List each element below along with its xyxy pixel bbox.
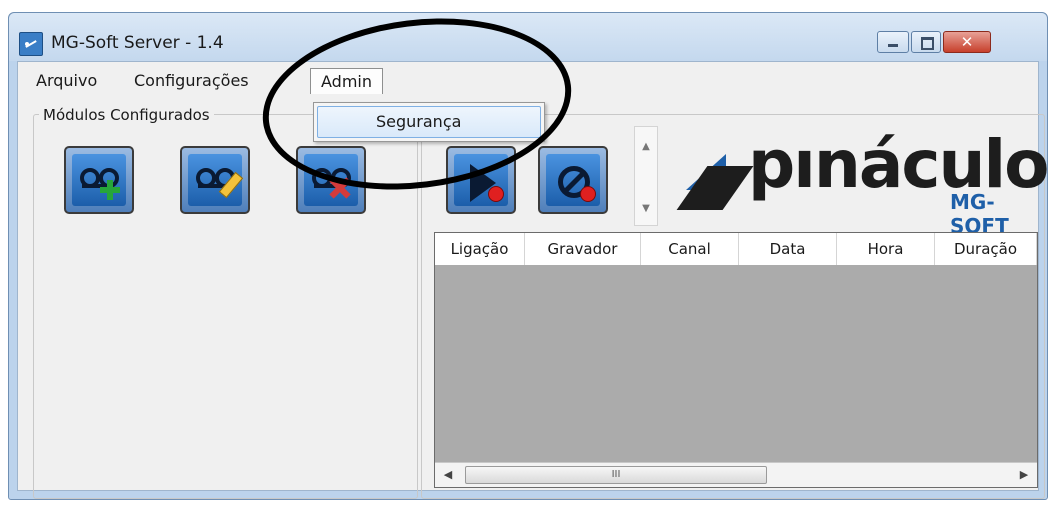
close-icon: ✕: [960, 33, 974, 51]
modulos-label: Módulos Configurados: [39, 106, 214, 124]
menu-arquivo[interactable]: Arquivo: [26, 68, 107, 94]
col-ligacao[interactable]: Ligação: [435, 233, 525, 265]
col-data[interactable]: Data: [739, 233, 837, 265]
col-canal[interactable]: Canal: [641, 233, 739, 265]
scroll-left-icon[interactable]: ◀: [437, 463, 459, 487]
menu-bar: Arquivo Configurações Admin: [18, 62, 1038, 98]
menu-admin[interactable]: Admin: [310, 68, 383, 94]
scroll-grip: III: [611, 469, 621, 480]
close-button[interactable]: ✕: [943, 31, 991, 53]
add-module-button[interactable]: [64, 146, 134, 214]
voicemail-delete-icon: [304, 154, 358, 206]
client-area: Arquivo Configurações Admin Segurança Mó…: [17, 61, 1049, 499]
play-record-icon: [454, 154, 508, 206]
calls-grid[interactable]: Ligação Gravador Canal Data Hora Duração…: [434, 232, 1038, 488]
title-bar[interactable]: MG-Soft Server - 1.4 ✕: [9, 13, 1047, 61]
menu-item-seguranca[interactable]: Segurança: [317, 106, 541, 138]
scroll-down-icon[interactable]: ▼: [635, 199, 657, 219]
scroll-thumb[interactable]: III: [465, 466, 767, 484]
maximize-button[interactable]: [911, 31, 941, 53]
play-record-button[interactable]: [446, 146, 516, 214]
edit-module-button[interactable]: [180, 146, 250, 214]
voicemail-add-icon: [72, 154, 126, 206]
pinaculo-logo: pınáculo MG-SOFT: [676, 126, 1049, 238]
minimize-button[interactable]: [877, 31, 909, 53]
grid-header: Ligação Gravador Canal Data Hora Duração: [435, 233, 1037, 265]
grid-hscrollbar[interactable]: ◀ III ▶: [435, 462, 1037, 487]
app-icon: [19, 32, 43, 56]
col-gravador[interactable]: Gravador: [525, 233, 641, 265]
menu-configuracoes[interactable]: Configurações: [124, 68, 259, 94]
admin-dropdown: Segurança: [313, 102, 545, 142]
col-hora[interactable]: Hora: [837, 233, 935, 265]
col-duracao[interactable]: Duração: [935, 233, 1037, 265]
toolbar-scrollbar[interactable]: ▲ ▼: [634, 126, 658, 226]
delete-module-button[interactable]: [296, 146, 366, 214]
scroll-right-icon[interactable]: ▶: [1013, 463, 1035, 487]
app-window: MG-Soft Server - 1.4 ✕ Arquivo Configura…: [8, 12, 1049, 500]
logo-sub-text: MG-SOFT: [950, 190, 1009, 238]
window-title: MG-Soft Server - 1.4: [51, 33, 224, 53]
top-strip: [0, 0, 1059, 12]
scroll-up-icon[interactable]: ▲: [635, 137, 657, 157]
logo-mark-icon: [676, 154, 754, 212]
stop-record-button[interactable]: [538, 146, 608, 214]
voicemail-edit-icon: [188, 154, 244, 206]
stop-record-icon: [546, 154, 600, 206]
